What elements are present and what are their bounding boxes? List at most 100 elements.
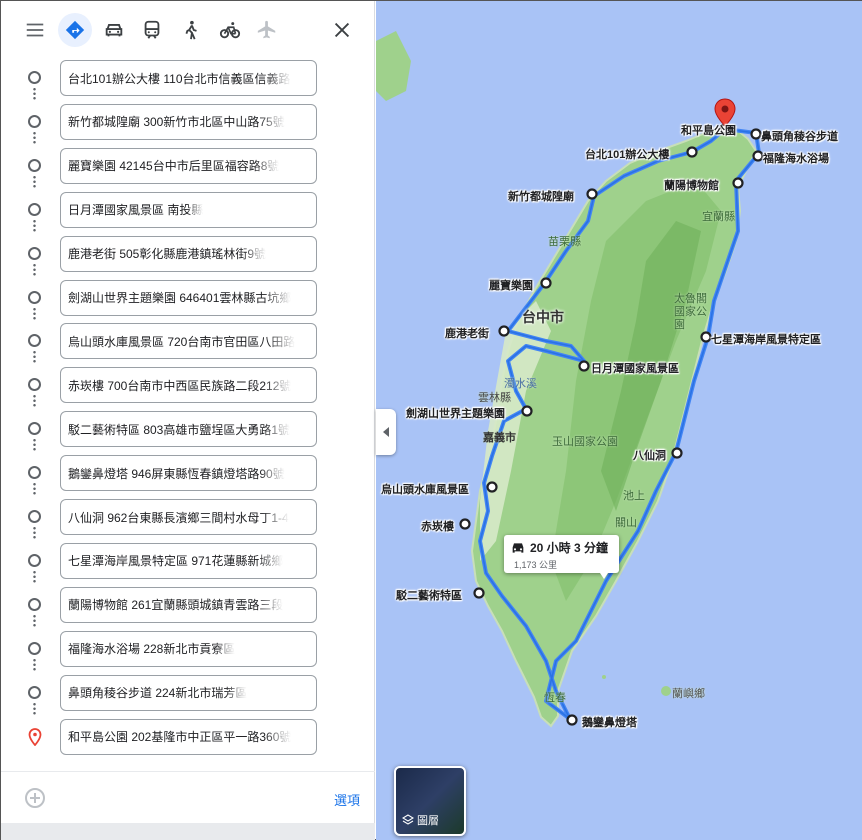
- destination-input[interactable]: 麗寶樂園 42145台中市后里區福容路8號: [60, 147, 317, 184]
- menu-icon[interactable]: [18, 13, 52, 47]
- destination-pin-icon: [28, 727, 42, 746]
- destination-input[interactable]: 新竹都城隍廟 300新竹市北區中山路75號: [60, 103, 317, 140]
- destination-input[interactable]: 劍湖山世界主題樂園 646401雲林縣古坑鄉: [60, 279, 317, 316]
- walking-icon[interactable]: [174, 13, 208, 47]
- waypoint-circle-icon: [28, 510, 41, 523]
- place-label[interactable]: 烏山頭水庫風景區: [381, 481, 469, 497]
- bottom-bar: [1, 823, 375, 840]
- region-label: 嘉義市: [483, 432, 516, 444]
- chevron-left-icon: [383, 427, 389, 437]
- destination-text: 駁二藝術特區 803高雄市鹽埕區大勇路1號: [68, 422, 291, 437]
- waypoint-circle-icon: [28, 202, 41, 216]
- waypoint-circle-icon: [28, 685, 41, 699]
- place-label[interactable]: 七星潭海岸風景特定區: [711, 331, 821, 347]
- place-label[interactable]: 麗寶樂園: [489, 277, 533, 293]
- place-label[interactable]: 八仙洞: [633, 447, 666, 463]
- destination-text: 麗寶樂園 42145台中市后里區福容路8號: [68, 159, 280, 174]
- place-label[interactable]: 劍湖山世界主題樂園: [406, 405, 505, 421]
- destination-row: 新竹都城隍廟 300新竹市北區中山路75號: [1, 103, 375, 145]
- route-dots: [33, 394, 36, 409]
- destination-text: 台北101辦公大樓 110台北市信義區信義路: [68, 71, 291, 86]
- destination-input[interactable]: 赤崁樓 700台南市中西區民族路二段212號: [60, 367, 317, 404]
- destination-input[interactable]: 日月潭國家風景區 南投縣: [60, 191, 317, 228]
- destination-input[interactable]: 八仙洞 962台東縣長濱鄉三間村水母丁1-4: [60, 499, 317, 535]
- destination-text: 赤崁樓 700台南市中西區民族路二段212號: [68, 378, 292, 393]
- flight-icon[interactable]: [250, 13, 284, 47]
- destination-text: 福隆海水浴場 228新北市貢寮區: [68, 642, 236, 657]
- destination-text: 鼻頭角稜谷步道 224新北市瑞芳區: [68, 686, 248, 701]
- route-dots: [33, 701, 36, 716]
- transit-icon[interactable]: [135, 13, 169, 47]
- place-label[interactable]: 日月潭國家風景區: [591, 360, 679, 376]
- waypoint-circle-icon: [28, 466, 41, 480]
- route-distance: 1,173 公里: [514, 560, 558, 570]
- destination-input[interactable]: 七星潭海岸風景特定區 971花蓮縣新城鄉: [60, 542, 317, 579]
- destination-row: 赤崁樓 700台南市中西區民族路二段212號: [1, 366, 375, 409]
- waypoint-circle-icon: [28, 553, 41, 567]
- place-label[interactable]: 鹿港老街: [445, 325, 489, 341]
- destination-text: 劍湖山世界主題樂園 646401雲林縣古坑鄉: [68, 291, 292, 305]
- destination-input[interactable]: 駁二藝術特區 803高雄市鹽埕區大勇路1號: [60, 411, 317, 448]
- destination-input[interactable]: 福隆海水浴場 228新北市貢寮區: [60, 630, 317, 667]
- destination-text: 新竹都城隍廟 300新竹市北區中山路75號: [68, 115, 285, 130]
- destination-input[interactable]: 鼻頭角稜谷步道 224新北市瑞芳區: [60, 674, 317, 711]
- destination-row: 蘭陽博物館 261宜蘭縣頭城鎮青雲路三段: [1, 586, 375, 628]
- route-dots: [33, 613, 36, 628]
- region-label: 關山: [615, 517, 637, 529]
- cycling-icon[interactable]: [213, 13, 247, 47]
- best-route-icon[interactable]: [58, 13, 92, 47]
- route-dots: [33, 262, 36, 277]
- waypoint-circle-icon: [28, 290, 41, 304]
- add-destination-icon[interactable]: [25, 788, 45, 808]
- destination-input[interactable]: 鹿港老街 505彰化縣鹿港鎮瑤林街9號: [60, 235, 317, 272]
- route-dots: [33, 569, 36, 584]
- place-label[interactable]: 新竹都城隍廟: [508, 188, 574, 204]
- destination-text: 蘭陽博物館 261宜蘭縣頭城鎮青雲路三段: [68, 598, 284, 613]
- place-label[interactable]: 鼻頭角稜谷步道: [761, 128, 838, 144]
- destination-input[interactable]: 台北101辦公大樓 110台北市信義區信義路: [60, 60, 317, 96]
- place-label[interactable]: 和平島公園: [681, 122, 736, 138]
- destination-text: 烏山頭水庫風景區 720台南市官田區八田路: [68, 334, 296, 349]
- route-dots: [33, 87, 36, 101]
- car-icon[interactable]: [97, 13, 131, 47]
- region-label: 宜蘭縣: [702, 211, 735, 223]
- car-icon: [512, 542, 524, 553]
- destination-row: 鼻頭角稜谷步道 224新北市瑞芳區: [1, 674, 375, 716]
- destination-input[interactable]: 蘭陽博物館 261宜蘭縣頭城鎮青雲路三段: [60, 586, 317, 623]
- destination-input[interactable]: 烏山頭水庫風景區 720台南市官田區八田路: [60, 323, 317, 360]
- route-time: 20 小時 3 分鐘: [530, 541, 609, 555]
- travel-mode-bar: [1, 1, 375, 61]
- destination-row: 福隆海水浴場 228新北市貢寮區: [1, 630, 375, 672]
- destination-text: 和平島公園 202基隆市中正區平一路360號: [68, 730, 292, 744]
- destination-text: 鵝鑾鼻燈塔 946屏東縣恆春鎮燈塔路90號: [68, 466, 285, 481]
- place-label[interactable]: 台北101辦公大樓: [585, 146, 669, 162]
- route-dots: [33, 350, 36, 365]
- route-dots: [33, 657, 36, 672]
- region-label: 太魯閣國家公園: [674, 293, 707, 331]
- destination-row: 日月潭國家風景區 南投縣: [1, 191, 375, 233]
- region-label: 苗栗縣: [548, 236, 581, 248]
- waypoint-circle-icon: [28, 597, 41, 611]
- route-summary-badge[interactable]: 20 小時 3 分鐘 1,173 公里: [504, 535, 619, 579]
- destination-input[interactable]: 鵝鑾鼻燈塔 946屏東縣恆春鎮燈塔路90號: [60, 455, 317, 492]
- close-icon[interactable]: [325, 13, 359, 47]
- collapse-panel-button[interactable]: [376, 409, 396, 455]
- waypoint-circle-icon: [28, 246, 41, 260]
- options-link[interactable]: 選項: [334, 790, 360, 809]
- directions-panel: 台北101辦公大樓 110台北市信義區信義路 新竹都城隍廟 300新竹市北區中山路…: [1, 1, 375, 840]
- place-label[interactable]: 福隆海水浴場: [763, 150, 829, 166]
- destination-row: 八仙洞 962台東縣長濱鄉三間村水母丁1-4: [1, 498, 375, 540]
- destination-input[interactable]: 和平島公園 202基隆市中正區平一路360號: [60, 718, 317, 755]
- destination-text: 八仙洞 962台東縣長濱鄉三間村水母丁1-4: [68, 510, 289, 525]
- region-label: 台中市: [522, 309, 564, 325]
- route-dots: [33, 482, 36, 497]
- place-label[interactable]: 鵝鑾鼻燈塔: [582, 714, 637, 730]
- layers-button[interactable]: 圖層: [394, 766, 466, 836]
- place-label[interactable]: 蘭陽博物館: [664, 177, 719, 193]
- directions-footer: 選項: [1, 771, 375, 823]
- place-label[interactable]: 駁二藝術特區: [396, 587, 462, 603]
- place-label[interactable]: 赤崁樓: [421, 518, 454, 534]
- destination-row: 鵝鑾鼻燈塔 946屏東縣恆春鎮燈塔路90號: [1, 454, 375, 497]
- destination-row: 台北101辦公大樓 110台北市信義區信義路: [1, 59, 375, 101]
- route-dots: [33, 130, 36, 145]
